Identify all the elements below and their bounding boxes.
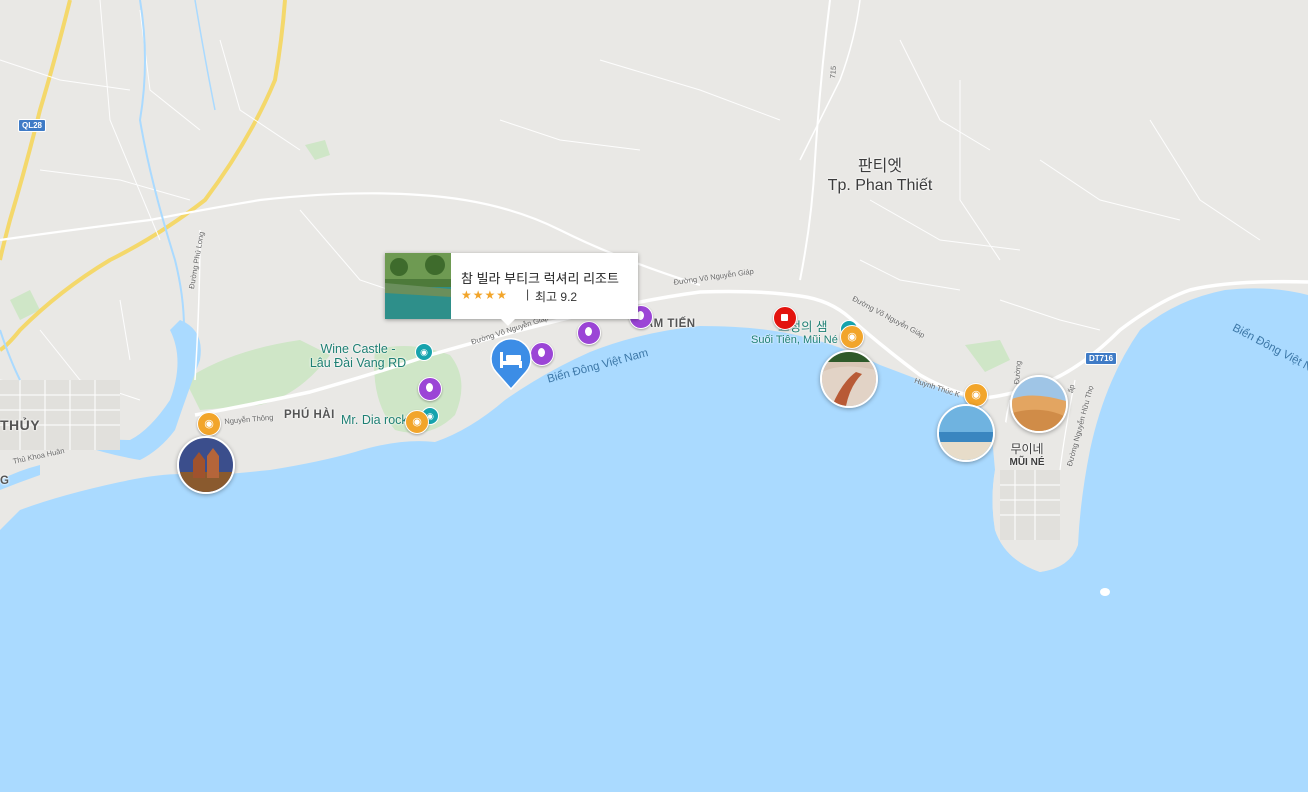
district-mui-ne-vi: MŨI NÉ xyxy=(1009,457,1045,468)
photo-marker-tower[interactable] xyxy=(177,436,235,494)
map-base-layer xyxy=(0,0,1308,792)
poi-wine-castle-line2: Lâu Đài Vang RD xyxy=(309,356,407,370)
hotel-name[interactable]: 참 빌라 부티크 럭셔리 리조트 xyxy=(461,268,619,287)
hotel-star-rating: ★★★★ xyxy=(461,288,509,302)
camera-icon[interactable]: ◉ xyxy=(197,412,221,436)
street-label-ap: ấp xyxy=(1066,383,1077,394)
photo-marker-sand-dunes[interactable] xyxy=(1010,375,1068,433)
road-shield-ql28: QL28 xyxy=(18,119,47,132)
district-label-thuy: THỦY xyxy=(0,417,41,433)
hotel-review-score: 최고 9.2 xyxy=(535,290,578,304)
poi-label-mr-dia-rock[interactable]: Mr. Dia rock xyxy=(341,413,408,427)
popup-separator: | xyxy=(526,287,530,301)
poi-label-fairy-stream-vi[interactable]: Suối Tiên, Mũi Né xyxy=(751,334,838,346)
photo-marker-beach[interactable] xyxy=(937,404,995,462)
hotel-info-popup[interactable]: 참 빌라 부티크 럭셔리 리조트 ★★★★ | 최고 9.2 xyxy=(385,253,638,326)
pin-icon[interactable] xyxy=(530,342,554,366)
pin-icon[interactable] xyxy=(577,321,601,345)
photo-marker-fairy-stream[interactable] xyxy=(820,350,878,408)
district-label-mui-ne: 무이네 MŨI NÉ xyxy=(1003,443,1051,469)
road-shield-dt716: DT716 xyxy=(1085,352,1118,365)
beach-photo-thumb xyxy=(939,406,993,460)
city-label-phan-thiet: 판티엣 Tp. Phan Thiết xyxy=(816,157,944,195)
shopping-bag-icon[interactable] xyxy=(773,306,797,330)
poi-label-wine-castle[interactable]: Wine Castle - Lâu Đài Vang RD xyxy=(300,342,416,370)
bed-icon xyxy=(490,338,532,391)
poi-wine-castle-line1: Wine Castle - xyxy=(320,342,396,356)
map-canvas[interactable]: 판티엣 Tp. Phan Thiết PHÚ HÀI HÀM TIẾN THỦY… xyxy=(0,0,1308,792)
camera-icon[interactable]: ◉ xyxy=(415,343,433,361)
tower-photo-thumb xyxy=(179,438,233,492)
city-name-ko: 판티엣 xyxy=(857,158,903,175)
camera-icon[interactable]: ◉ xyxy=(405,410,429,434)
city-name-vi: Tp. Phan Thiết xyxy=(827,177,933,194)
hotel-photo-thumb xyxy=(385,253,451,319)
pin-icon[interactable] xyxy=(418,377,442,401)
district-mui-ne-ko: 무이네 xyxy=(1010,442,1044,456)
district-label-g: G xyxy=(0,475,10,487)
popup-pointer xyxy=(501,319,515,326)
camera-icon[interactable]: ◉ xyxy=(840,325,864,349)
fairy-stream-photo-thumb xyxy=(822,352,876,406)
district-label-phu-hai: PHÚ HÀI xyxy=(284,409,335,421)
hotel-marker[interactable] xyxy=(490,338,532,391)
street-label-715: 715 xyxy=(828,65,839,79)
sand-dunes-photo-thumb xyxy=(1012,377,1066,431)
